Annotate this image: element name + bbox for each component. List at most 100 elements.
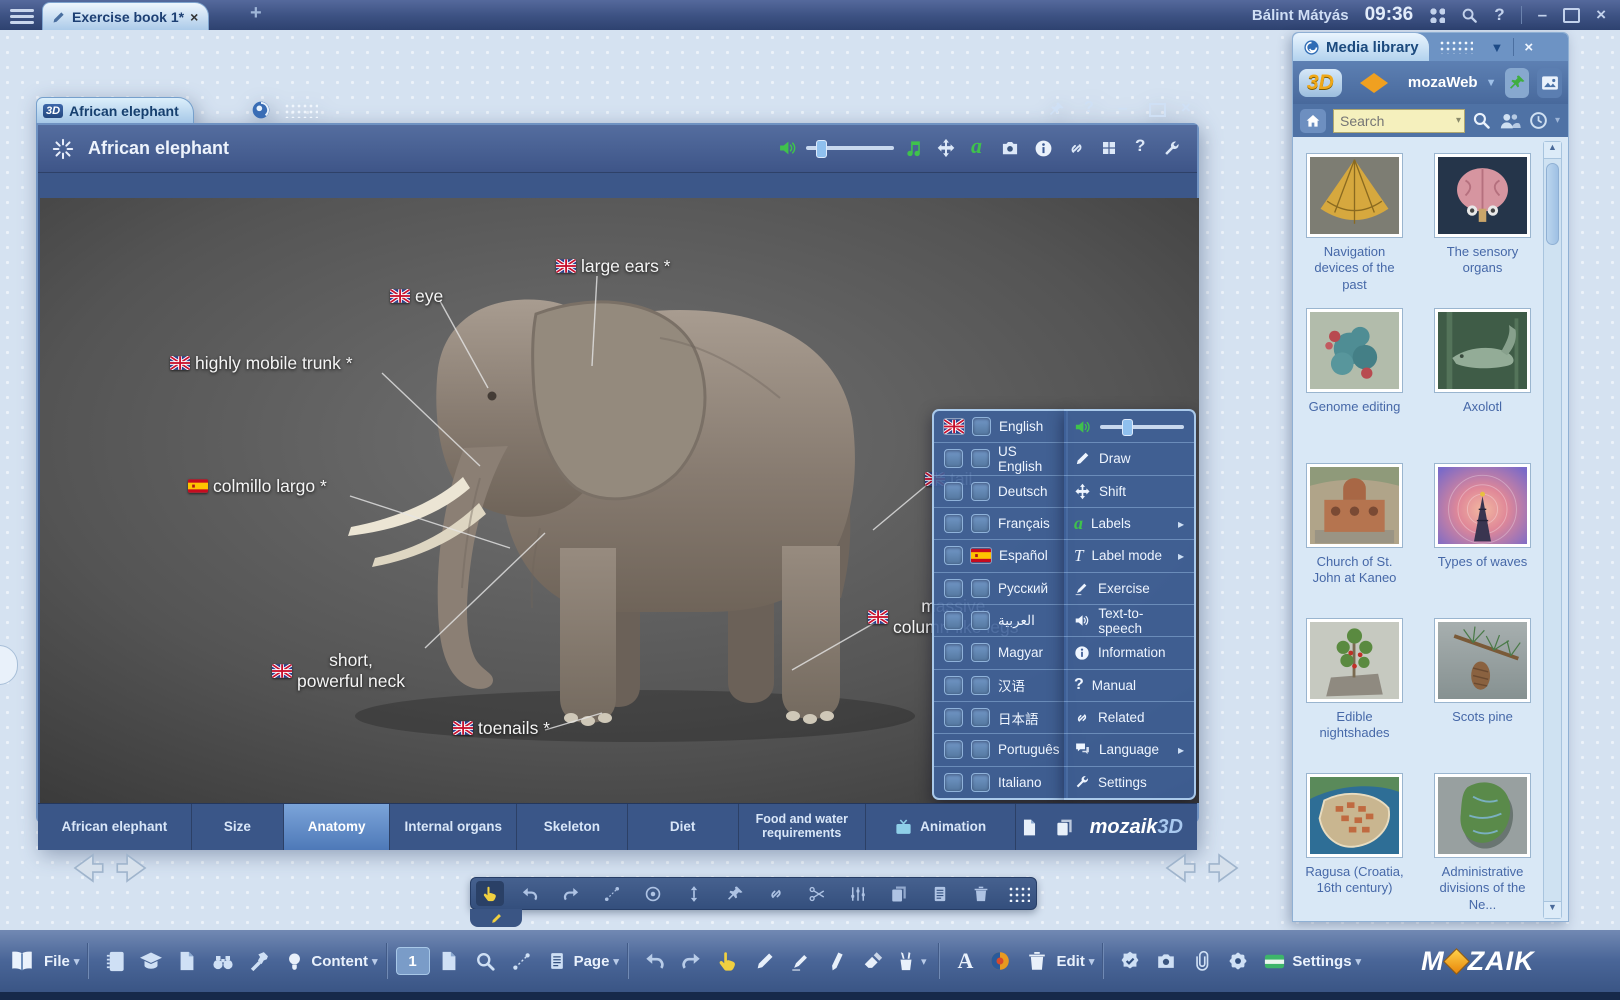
chevron-down-icon[interactable]: ▼	[1486, 77, 1497, 89]
label-neck[interactable]: short,powerful neck	[272, 650, 405, 692]
page-list-icon[interactable]	[547, 951, 567, 971]
label-toenails[interactable]: toenails *	[453, 718, 550, 739]
pin-icon[interactable]	[1048, 101, 1065, 118]
bookshelf-icon[interactable]	[104, 950, 127, 973]
language-option-magyar[interactable]: Magyar	[934, 636, 1066, 668]
language-option-english[interactable]: English	[934, 411, 1066, 442]
media-scrollbar[interactable]: ▲ ▼	[1543, 141, 1562, 919]
paste-page-icon[interactable]	[931, 885, 949, 903]
check-badge-icon[interactable]	[1119, 950, 1141, 972]
undo-icon[interactable]	[644, 950, 666, 972]
player-help-icon[interactable]: ?	[1135, 136, 1145, 156]
menu-item-information[interactable]: Information	[1064, 636, 1194, 668]
language-option-portugues[interactable]: Português	[934, 733, 1066, 765]
language-option-us-english[interactable]: US English	[934, 442, 1066, 474]
media-item[interactable]: Scots pine	[1432, 618, 1533, 725]
trash-icon[interactable]	[1026, 950, 1048, 972]
restore-icon[interactable]	[1563, 8, 1580, 23]
labels-icon[interactable]: a	[971, 133, 982, 159]
tab-skeleton[interactable]: Skeleton	[517, 804, 627, 850]
move-icon[interactable]	[936, 138, 956, 158]
media-doc-icon[interactable]	[176, 950, 198, 972]
menu-item-shift[interactable]: Shift	[1064, 475, 1194, 507]
pen-icon[interactable]	[754, 950, 776, 972]
eraser-icon[interactable]	[862, 950, 884, 972]
tab-internal-organs[interactable]: Internal organs	[390, 804, 517, 850]
media-item[interactable]: Genome editing	[1304, 308, 1405, 415]
edit-menu-button[interactable]: Edit▾	[1056, 953, 1094, 970]
scroll-up-button[interactable]: ▲	[1544, 142, 1561, 159]
menu-item-manual[interactable]: ?Manual	[1064, 669, 1194, 701]
media-item[interactable]: Types of waves	[1432, 463, 1533, 570]
tab-african-elephant[interactable]: African elephant	[38, 804, 192, 850]
media-item[interactable]: The sensory organs	[1432, 153, 1533, 277]
window-maximize-icon[interactable]	[1149, 103, 1166, 117]
cut-tool-icon[interactable]	[808, 885, 826, 903]
trash-icon[interactable]	[972, 885, 990, 903]
history-icon[interactable]	[1529, 111, 1548, 130]
home-button[interactable]	[1300, 109, 1326, 133]
apps-grid-icon[interactable]	[1429, 7, 1445, 23]
checkbox[interactable]	[972, 417, 991, 436]
page-menu-button[interactable]: Page▾	[574, 953, 619, 970]
scene-viewport[interactable]: large ears * eye highly mobile trunk * c…	[40, 198, 1199, 803]
source-selector[interactable]: mozaWeb	[1408, 74, 1478, 91]
font-tool-icon[interactable]: A	[948, 948, 982, 974]
next-page-arrow-icon[interactable]	[1206, 852, 1242, 884]
volume-slider-thumb[interactable]	[816, 140, 827, 158]
label-trunk[interactable]: highly mobile trunk *	[170, 353, 353, 374]
3d-filter-button[interactable]: 3D	[1299, 69, 1342, 97]
minimize-icon[interactable]: –	[1538, 5, 1547, 25]
pen-tray-handle[interactable]	[470, 909, 522, 927]
pin-tool-icon[interactable]	[726, 885, 744, 903]
player-tab[interactable]: 3D African elephant	[36, 97, 194, 124]
close-tab-icon[interactable]: ×	[190, 9, 198, 25]
language-option-chinese[interactable]: 汉语	[934, 669, 1066, 701]
label-tusk-es[interactable]: colmillo largo *	[188, 476, 327, 497]
language-option-italiano[interactable]: Italiano	[934, 766, 1066, 798]
path-icon[interactable]	[511, 951, 532, 972]
graduation-cap-icon[interactable]	[139, 949, 163, 973]
volume-slider[interactable]	[806, 146, 894, 150]
notes-icon[interactable]	[1020, 818, 1039, 837]
media-library-title-tab[interactable]: Media library	[1293, 33, 1429, 61]
camera-icon[interactable]	[1000, 138, 1020, 158]
toolbar-drag-dots-icon[interactable]	[1008, 886, 1030, 902]
language-option-francais[interactable]: Français	[934, 507, 1066, 539]
info-icon[interactable]	[1034, 139, 1053, 158]
search-input[interactable]	[1333, 109, 1465, 133]
path-tool-icon[interactable]	[603, 885, 621, 903]
prev-page-arrow-icon[interactable]	[70, 852, 106, 884]
context-volume-slider[interactable]	[1100, 425, 1184, 429]
search-icon[interactable]	[1461, 7, 1478, 24]
adjust-tool-icon[interactable]	[849, 885, 867, 903]
media-item[interactable]: Church of St. John at Kaneo	[1304, 463, 1405, 587]
zoom-icon[interactable]	[475, 951, 496, 972]
tiles-icon[interactable]	[1100, 139, 1118, 157]
window-close-icon[interactable]: ×	[1181, 98, 1191, 118]
image-view-button[interactable]	[1537, 68, 1562, 98]
language-option-arabic[interactable]: العربية	[934, 604, 1066, 636]
context-volume-row[interactable]	[1064, 411, 1194, 442]
link-icon[interactable]	[1067, 139, 1086, 158]
tab-diet[interactable]: Diet	[628, 804, 739, 850]
record-tool-icon[interactable]	[644, 885, 662, 903]
camera-icon[interactable]	[1155, 950, 1177, 972]
scroll-down-button[interactable]: ▼	[1544, 901, 1561, 918]
add-page-icon[interactable]	[438, 950, 460, 972]
volume-icon[interactable]	[778, 138, 798, 158]
link-tool-icon[interactable]	[767, 885, 785, 903]
drag-dots-icon[interactable]	[284, 103, 318, 118]
menu-item-draw[interactable]: Draw	[1064, 442, 1194, 474]
compass-pen-icon[interactable]	[823, 947, 851, 975]
close-icon[interactable]: ×	[1596, 5, 1606, 25]
language-option-japanese[interactable]: 日本語	[934, 701, 1066, 733]
content-menu-button[interactable]: Content▾	[311, 953, 377, 970]
prev-next-source-icon[interactable]	[1350, 73, 1398, 93]
paperclip-icon[interactable]	[1191, 950, 1213, 972]
label-large-ears[interactable]: large ears *	[556, 256, 671, 277]
scrollbar-thumb[interactable]	[1546, 163, 1559, 245]
tools-icon[interactable]	[248, 950, 271, 973]
binoculars-icon[interactable]	[211, 949, 235, 973]
globe-icon[interactable]	[251, 100, 271, 120]
